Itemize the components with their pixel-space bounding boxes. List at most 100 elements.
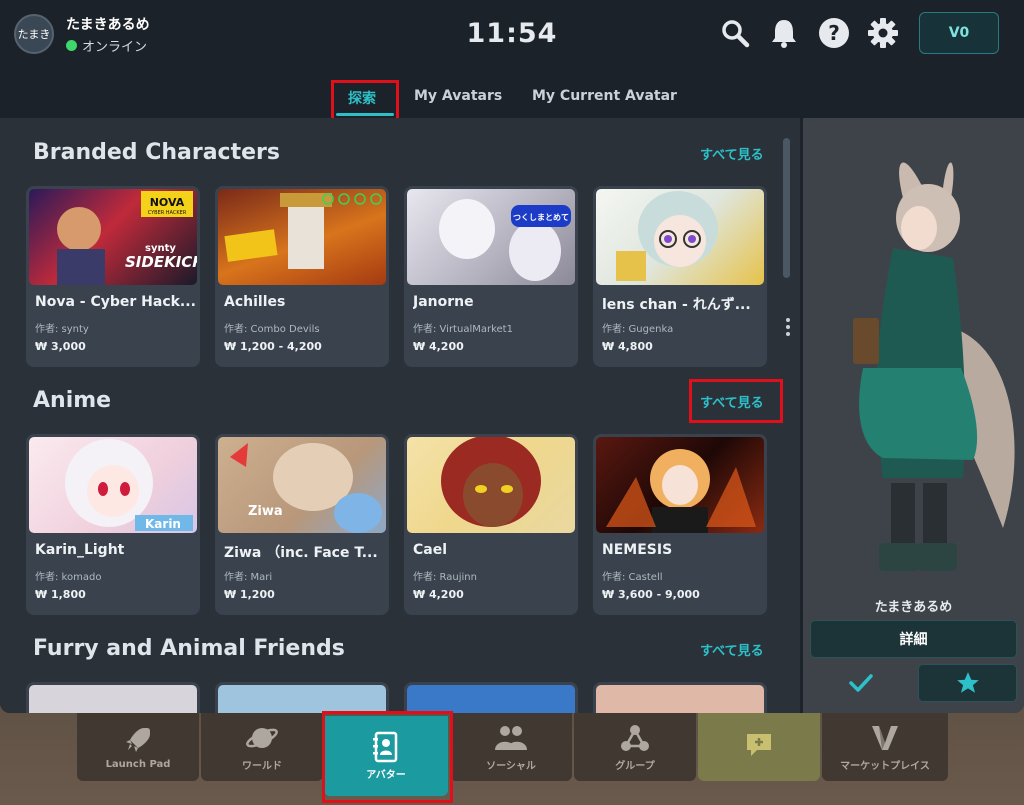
nav-avatar[interactable]: アバター: [324, 716, 448, 796]
avatar-card[interactable]: [404, 682, 578, 713]
avatar-thumbnail: [407, 437, 575, 533]
avatar-name: Achilles: [224, 294, 286, 310]
avatar-author: 作者: komado: [35, 572, 102, 583]
tab-my-avatars[interactable]: My Avatars: [414, 86, 502, 106]
svg-text:Ziwa: Ziwa: [248, 504, 283, 519]
avatar-card[interactable]: NOVA CYBER HACKER synty SIDEKICK Nova - …: [26, 186, 200, 367]
avatar-price: ₩ 4,200: [413, 588, 464, 601]
nav-label: グループ: [615, 760, 655, 772]
see-all-anime-link[interactable]: すべて見る: [700, 392, 764, 411]
panel-resize-handle[interactable]: [786, 318, 790, 336]
avatar-thumbnail: [218, 685, 386, 713]
avatar-book-icon: [372, 731, 400, 762]
avatar-name: Cael: [413, 542, 448, 558]
online-status: オンライン: [66, 36, 147, 55]
online-dot-icon: [66, 40, 77, 51]
status-label: オンライン: [82, 40, 148, 55]
nav-marketplace[interactable]: マーケットプレイス: [822, 713, 948, 781]
avatar-author: 作者: Combo Devils: [224, 324, 320, 335]
svg-text:Karin: Karin: [145, 517, 181, 531]
nav-label: Launch Pad: [105, 758, 171, 770]
nav-social[interactable]: ソーシャル: [450, 713, 572, 781]
avatar-card[interactable]: Achilles 作者: Combo Devils ₩ 1,200 - 4,20…: [215, 186, 389, 367]
avatar-price: ₩ 4,800: [602, 340, 653, 353]
chat-plus-icon: [743, 730, 775, 760]
planet-icon: [245, 723, 279, 753]
avatar-price: ₩ 3,600 - 9,000: [602, 588, 700, 601]
avatar-card[interactable]: Cael 作者: Raujinn ₩ 4,200: [404, 434, 578, 615]
avatar-card[interactable]: lens chan - れんず... 作者: Gugenka ₩ 4,800: [593, 186, 767, 367]
svg-text:SIDEKICK: SIDEKICK: [125, 253, 197, 271]
avatar-thumbnail: [596, 685, 764, 713]
avatar-thumbnail: Karin: [29, 437, 197, 533]
avatar-price: ₩ 1,200 - 4,200: [224, 340, 322, 353]
avatar-name: Ziwa （inc. Face T...: [224, 545, 378, 561]
group-icon: [619, 723, 651, 753]
star-icon: [956, 672, 979, 693]
checkmark-icon: [849, 674, 873, 692]
avatar-price: ₩ 4,200: [413, 340, 464, 353]
avatar-name: Karin_Light: [35, 542, 125, 558]
avatar-card[interactable]: つくしまとめて Janorne 作者: VirtualMarket1 ₩ 4,2…: [404, 186, 578, 367]
active-tab-indicator: [336, 113, 394, 116]
avatar-thumbnail: [596, 437, 764, 533]
avatar-card[interactable]: [215, 682, 389, 713]
favorite-button[interactable]: [918, 664, 1017, 702]
avatar-card[interactable]: Ziwa Ziwa （inc. Face T... 作者: Mari ₩ 1,2…: [215, 434, 389, 615]
nav-world[interactable]: ワールド: [201, 713, 323, 781]
nav-label: アバター: [366, 769, 406, 781]
avatar-thumbnail: [29, 685, 197, 713]
section-title-branded: Branded Characters: [33, 140, 280, 165]
nav-launch-pad[interactable]: Launch Pad: [77, 713, 199, 781]
current-avatar-panel: たまきあるめ 詳細: [803, 118, 1024, 713]
avatar-name: NEMESIS: [602, 542, 673, 558]
rocket-icon: [122, 725, 154, 755]
nav-label: ソーシャル: [486, 760, 536, 772]
svg-text:NOVA: NOVA: [150, 196, 185, 209]
tab-my-current-avatar[interactable]: My Current Avatar: [532, 86, 677, 106]
nav-group[interactable]: グループ: [574, 713, 696, 781]
tab-bar: 探索 My Avatars My Current Avatar: [0, 86, 1024, 118]
currency-button[interactable]: V0: [919, 12, 999, 54]
avatar-card[interactable]: [593, 682, 767, 713]
avatar-thumbnail: [407, 685, 575, 713]
content-scrollbar[interactable]: [783, 138, 790, 278]
avatar-name: lens chan - れんず...: [602, 297, 751, 313]
people-icon: [493, 723, 529, 753]
see-all-furry-link[interactable]: すべて見る: [700, 640, 764, 659]
avatar-author: 作者: VirtualMarket1: [413, 324, 513, 335]
avatar-thumbnail: つくしまとめて: [407, 189, 575, 285]
nav-chat[interactable]: [698, 713, 820, 781]
header: たまき たまきあるめ オンライン 11:54 ? V0 探索 My Avatar…: [0, 0, 1024, 128]
select-avatar-button[interactable]: [810, 664, 912, 702]
avatar-name: Janorne: [413, 294, 474, 310]
avatar-author: 作者: Raujinn: [413, 572, 477, 583]
current-avatar-name: たまきあるめ: [874, 600, 953, 615]
avatar-thumbnail: NOVA CYBER HACKER synty SIDEKICK: [29, 189, 197, 285]
search-icon[interactable]: [718, 16, 752, 50]
avatar-thumbnail: [596, 189, 764, 285]
avatar-price: ₩ 1,200: [224, 588, 275, 601]
nav-label: マーケットプレイス: [840, 760, 930, 772]
bell-icon[interactable]: [767, 16, 801, 50]
avatar-card[interactable]: NEMESIS 作者: Castell ₩ 3,600 - 9,000: [593, 434, 767, 615]
svg-text:つくしまとめて: つくしまとめて: [513, 213, 569, 222]
avatar-card[interactable]: [26, 682, 200, 713]
help-icon[interactable]: ?: [817, 16, 851, 50]
tab-explore[interactable]: 探索: [348, 86, 376, 110]
avatar-thumbnail: [218, 189, 386, 285]
avatar-preview: [853, 162, 1015, 571]
avatar-card[interactable]: Karin Karin_Light 作者: komado ₩ 1,800: [26, 434, 200, 615]
see-all-branded-link[interactable]: すべて見る: [700, 144, 764, 163]
gear-icon[interactable]: [866, 16, 900, 50]
detail-button[interactable]: 詳細: [810, 620, 1017, 658]
user-avatar[interactable]: たまき: [14, 14, 54, 54]
section-title-furry: Furry and Animal Friends: [33, 636, 345, 661]
avatar-price: ₩ 3,000: [35, 340, 86, 353]
avatar-author: 作者: Mari: [224, 572, 273, 583]
avatar-thumbnail: Ziwa: [218, 437, 386, 533]
svg-text:?: ?: [828, 21, 840, 45]
avatar-author: 作者: synty: [35, 324, 89, 335]
avatar-browse-content: Branded Characters すべて見る NOVA CYBER HACK…: [0, 118, 800, 713]
vrchat-v-icon: [869, 723, 901, 753]
